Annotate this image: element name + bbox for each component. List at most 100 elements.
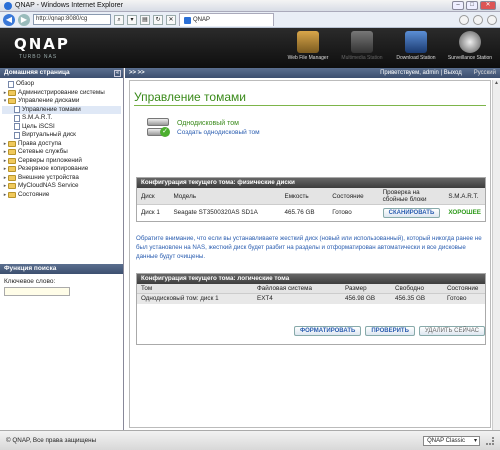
sidebar-item-overview[interactable]: Обзор — [2, 80, 121, 89]
minimize-button[interactable]: – — [452, 1, 464, 10]
language-select[interactable]: Русский — [474, 68, 496, 78]
sidebar-title: Домашняя страница — [4, 69, 70, 76]
scroll-up-icon[interactable]: ▲ — [493, 80, 500, 87]
smart-status-badge[interactable]: ХОРОШЕЕ — [444, 205, 485, 221]
volume-actions: ФОРМАТИРОВАТЬ ПРОВЕРИТЬ УДАЛИТЬ СЕЙЧАС — [137, 326, 485, 336]
status-bar: © QNAP, Все права защищены QNAP Classic — [0, 430, 500, 450]
sidebar-item-label: Управление томами — [22, 105, 81, 113]
forward-button[interactable]: ▶ — [18, 13, 30, 26]
sidebar-item-label: Цель iSCSI — [22, 122, 55, 130]
app-launcher: Web File Manager Multimedia Station Down… — [282, 30, 496, 61]
table-row[interactable]: Однодисковый том: диск 1 EXT4 456.98 GB … — [137, 293, 485, 304]
qnap-logo: QNAP — [14, 35, 70, 53]
folder-open-icon — [8, 98, 16, 105]
page-icon — [14, 114, 20, 122]
remove-now-button[interactable]: УДАЛИТЬ СЕЙЧАС — [418, 326, 485, 336]
app-download-station[interactable]: Download Station — [390, 30, 442, 61]
sidebar-item-external-devices[interactable]: ▸ Внешние устройства — [2, 174, 121, 183]
tab-label: QNAP — [193, 17, 211, 23]
volume-type-name: Однодисковый том — [177, 120, 239, 127]
app-label: Web File Manager — [287, 55, 329, 61]
check-button[interactable]: ПРОВЕРИТЬ — [365, 326, 415, 336]
refresh-icon[interactable]: ↻ — [153, 14, 163, 25]
sidebar-item-label: Права доступа — [18, 139, 62, 147]
home-icon[interactable] — [459, 14, 469, 25]
sidebar-header: Домашняя страница « — [0, 68, 123, 78]
resize-grip-icon[interactable] — [486, 436, 494, 445]
state-cell: Готово — [332, 209, 352, 217]
capacity-cell: 465.76 GB — [284, 209, 315, 217]
column-header: Состояние — [328, 188, 379, 205]
app-label: Download Station — [396, 55, 436, 61]
sidebar-item-label: Состояние — [18, 190, 50, 198]
volume-cell: Однодисковый том: диск 1 — [137, 293, 253, 304]
sidebar-item-mycloudnas[interactable]: ▸ MyCloudNAS Service — [2, 182, 121, 191]
folder-icon — [8, 166, 16, 173]
app-surveillance-station[interactable]: Surveillance Station — [444, 30, 496, 61]
vertical-scrollbar[interactable]: ▲ — [492, 80, 500, 430]
app-multimedia-station[interactable]: Multimedia Station — [336, 30, 388, 61]
sidebar-item-volume-management[interactable]: Управление томами — [2, 105, 121, 114]
sidebar-item-label: S.M.A.R.T. — [22, 114, 53, 121]
free-cell: 456.35 GB — [391, 293, 443, 304]
sidebar-item-system-admin[interactable]: ▸ Администрирование системы — [2, 89, 121, 98]
sidebar-item-label: MyCloudNAS Service — [18, 182, 79, 189]
column-header: Свободно — [391, 284, 443, 294]
keyword-label: Ключевое слово: — [4, 278, 56, 285]
sidebar-item-label: Администрирование системы — [18, 88, 105, 96]
table-row: Диск 1 Seagate ST3500320AS SD1A 465.76 G… — [137, 205, 485, 221]
section-title: Конфигурация текущего тома: логические т… — [137, 274, 485, 284]
tab-qnap[interactable]: QNAP — [179, 13, 274, 26]
nav-tree: Обзор ▸ Администрирование системы ▾ Управл… — [0, 78, 123, 201]
sidebar-item-app-servers[interactable]: ▸ Серверы приложений — [2, 157, 121, 166]
collapse-icon[interactable]: « — [114, 69, 121, 77]
folder-icon — [8, 174, 16, 181]
sidebar-item-label: Управление дисками — [18, 97, 80, 104]
search-panel-title: Функция поиска — [4, 265, 57, 272]
sidebar-item-label: Резервное копирование — [18, 165, 89, 172]
scan-cell: СКАНИРОВАТЬ — [379, 205, 445, 221]
app-label: Surveillance Station — [447, 55, 493, 61]
sidebar-item-virtual-disk[interactable]: Виртуальный диск — [2, 131, 121, 140]
sidebar-item-backup[interactable]: ▸ Резервное копирование — [2, 165, 121, 174]
sidebar-item-disk-management[interactable]: ▾ Управление дисками — [2, 97, 121, 106]
ie-icon — [4, 1, 12, 10]
search-panel: Функция поиска Ключевое слово: — [0, 264, 123, 298]
create-volume-link[interactable]: Создать однодисковый том — [177, 129, 260, 136]
scan-button[interactable]: СКАНИРОВАТЬ — [382, 207, 441, 218]
column-header: Диск — [137, 188, 170, 205]
folder-icon — [8, 183, 16, 190]
search-icon[interactable]: ⌕ — [114, 14, 124, 25]
skin-select[interactable]: QNAP Classic — [423, 435, 480, 446]
user-greeting[interactable]: Приветствуем, admin | Выход — [380, 68, 462, 78]
size-cell: 456.98 GB — [341, 293, 391, 304]
maximize-button[interactable]: □ — [466, 1, 478, 10]
sidebar-item-iscsi[interactable]: Цель iSCSI — [2, 123, 121, 132]
folder-icon — [8, 89, 16, 96]
format-button[interactable]: ФОРМАТИРОВАТЬ — [294, 326, 362, 336]
sidebar-item-status[interactable]: ▸ Состояние — [2, 191, 121, 200]
compat-view-icon[interactable]: ▤ — [140, 14, 150, 25]
close-button[interactable]: ✕ — [480, 1, 496, 10]
app-web-file-manager[interactable]: Web File Manager — [282, 30, 334, 61]
sidebar-item-smart[interactable]: S.M.A.R.T. — [2, 114, 121, 123]
favorites-icon[interactable] — [473, 14, 483, 25]
dropdown-icon[interactable]: ▾ — [127, 14, 137, 25]
page-icon — [8, 80, 14, 88]
stop-icon[interactable]: ✕ — [166, 14, 176, 25]
main-topbar: >> >> Приветствуем, admin | Выход Русски… — [125, 68, 500, 78]
sidebar-item-network-services[interactable]: ▸ Сетевые службы — [2, 148, 121, 157]
keyword-input[interactable] — [4, 287, 70, 296]
camera-dome-icon — [459, 31, 481, 53]
logical-volumes-section: Конфигурация текущего тома: логические т… — [136, 273, 486, 345]
back-button[interactable]: ◀ — [3, 13, 15, 26]
film-icon — [351, 31, 373, 53]
sidebar-item-label: Внешние устройства — [18, 173, 79, 181]
page-icon — [14, 131, 20, 139]
browser-toolbar: ◀ ▶ http://qnap:8080/cg ⌕ ▾ ▤ ↻ ✕ QNAP — [0, 12, 500, 28]
column-header: S.M.A.R.T. — [444, 188, 485, 205]
address-bar[interactable]: http://qnap:8080/cg — [33, 14, 111, 25]
tools-icon[interactable] — [487, 14, 497, 25]
breadcrumb: >> >> — [129, 70, 145, 76]
sidebar-item-access-rights[interactable]: ▸ Права доступа — [2, 140, 121, 149]
